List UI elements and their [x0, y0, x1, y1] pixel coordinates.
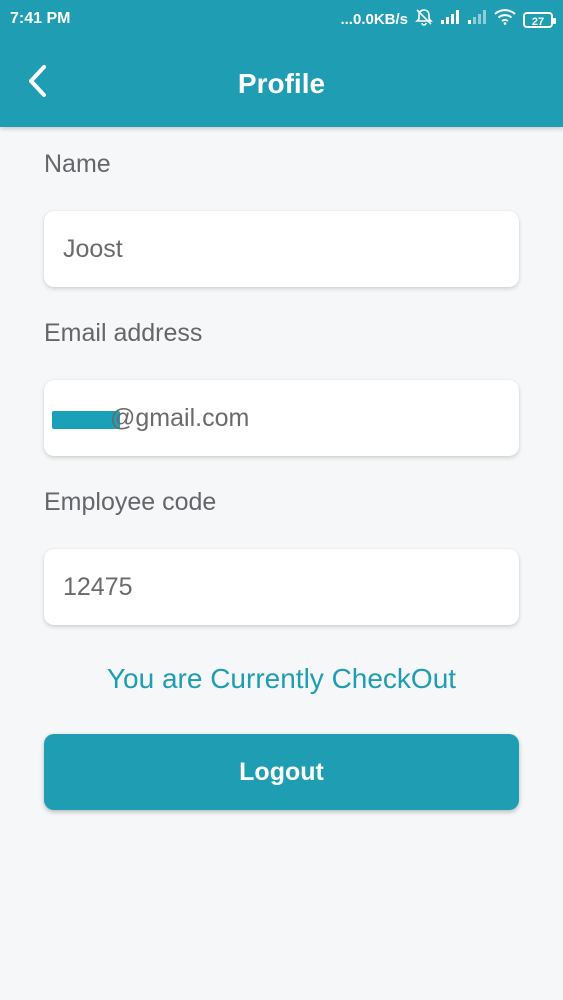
signal-weak-icon: [467, 9, 487, 30]
name-label: Name: [44, 150, 111, 178]
signal-icon: [440, 9, 460, 30]
email-label: Email address: [44, 319, 203, 347]
employee-code-label: Employee code: [44, 488, 217, 516]
header-row: Profile: [0, 50, 563, 120]
logout-button[interactable]: Logout: [44, 734, 519, 810]
email-field-container: [44, 380, 519, 456]
bell-off-icon: [415, 8, 433, 31]
app-header: 7:41 PM ...0.0KB/s 27 Profile: [0, 0, 563, 127]
page-title: Profile: [237, 68, 326, 99]
employee-code-field[interactable]: [44, 549, 519, 625]
wifi-icon: [494, 9, 516, 30]
network-speed: ...0.0KB/s: [340, 11, 408, 28]
battery-icon: 27: [523, 11, 556, 28]
status-time: 7:41 PM: [10, 10, 71, 27]
status-bar: 7:41 PM ...0.0KB/s 27: [0, 0, 563, 40]
employee-code-container: [44, 549, 519, 625]
email-field[interactable]: [44, 380, 519, 456]
status-icons: ...0.0KB/s 27: [340, 8, 556, 31]
name-field-container: [44, 211, 519, 287]
name-field[interactable]: [44, 211, 519, 287]
checkout-status-text: You are Currently CheckOut: [106, 663, 457, 694]
